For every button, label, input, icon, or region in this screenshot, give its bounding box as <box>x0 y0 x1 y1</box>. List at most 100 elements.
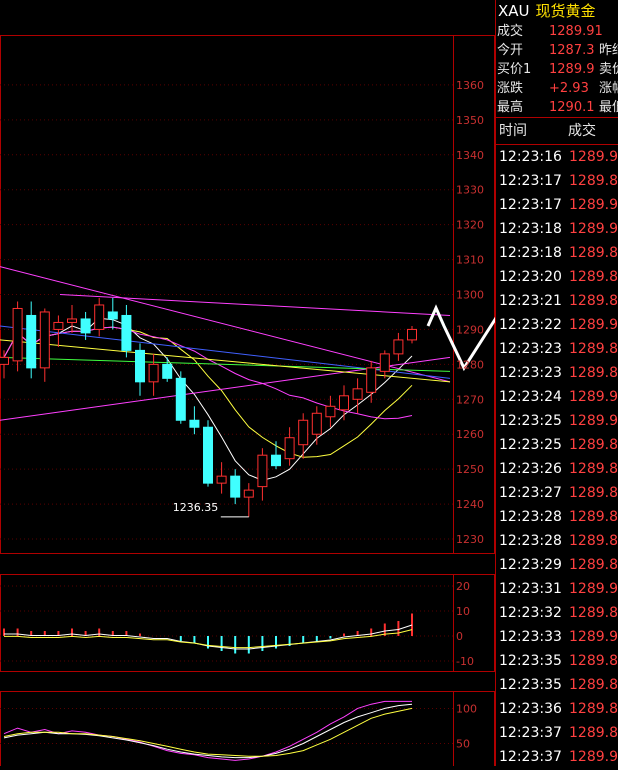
tick-price: 1289.8 <box>569 677 618 693</box>
candle-up <box>257 454 268 488</box>
symbol-name: 现货黄金 <box>535 2 596 20</box>
tick-row[interactable]: 12:23:31 1289.9 <box>496 577 618 601</box>
candle-down <box>230 475 241 498</box>
tick-row[interactable]: 12:23:27 1289.8 <box>496 481 618 505</box>
tick-row[interactable]: 12:23:20 1289.8 <box>496 265 618 289</box>
tick-row[interactable]: 12:23:33 1289.9 <box>496 625 618 649</box>
quote-label: 最高 <box>497 100 524 115</box>
candle-up <box>407 328 417 341</box>
symbol-header: XAU 现货黄金 <box>496 0 618 22</box>
tick-time: 12:23:18 <box>499 245 562 261</box>
quote-value: 1289.91 <box>549 24 603 39</box>
tick-price: 1289.8 <box>569 365 618 381</box>
tick-time: 12:23:25 <box>499 413 562 429</box>
tick-row[interactable]: 12:23:21 1289.8 <box>496 289 618 313</box>
tick-price: 1289.8 <box>569 293 618 309</box>
candle-up <box>325 405 336 418</box>
tick-row[interactable]: 12:23:23 1289.8 <box>496 337 618 361</box>
kdj-tick-label: 100 <box>456 702 477 715</box>
tick-row[interactable]: 12:23:28 1289.8 <box>496 529 618 553</box>
quote-box: 成交 1289.91 今开 1287.3 昨结 买价1 1289.9 卖价1 涨跌 +2.9… <box>496 22 618 117</box>
quote-value: 1287.3 <box>549 43 595 58</box>
tick-price: 1289.9 <box>569 413 618 429</box>
tick-price: 1289.8 <box>569 509 618 525</box>
ticks-header-time: 时间 <box>499 123 527 139</box>
tick-price: 1289.8 <box>569 653 618 669</box>
kdj-tick-label: 50 <box>456 738 470 751</box>
tick-time: 12:23:36 <box>499 701 562 717</box>
candle-down <box>162 363 173 379</box>
tick-row[interactable]: 12:23:25 1289.8 <box>496 433 618 457</box>
tick-time: 12:23:25 <box>499 437 562 453</box>
tick-row[interactable]: 12:23:18 1289.8 <box>496 241 618 265</box>
quote-label-2: 昨结 <box>599 43 618 58</box>
tick-row[interactable]: 12:23:35 1289.8 <box>496 649 618 673</box>
candle-down <box>121 314 132 351</box>
tick-price: 1289.8 <box>569 557 618 573</box>
tick-row[interactable]: 12:23:29 1289.8 <box>496 553 618 577</box>
tick-row[interactable]: 12:23:25 1289.9 <box>496 409 618 433</box>
tick-price: 1289.8 <box>569 461 618 477</box>
tick-time: 12:23:35 <box>499 653 562 669</box>
kdj-line <box>3 700 412 761</box>
tick-price: 1289.8 <box>569 533 618 549</box>
tick-price: 1289.8 <box>569 605 618 621</box>
candle-up <box>243 489 254 498</box>
quote-side-panel: XAU 现货黄金 成交 1289.91 今开 1287.3 昨结 买价1 1289.9 卖价… <box>495 0 618 766</box>
price-tick-label: 1350 <box>456 114 484 127</box>
tick-time: 12:23:23 <box>499 341 562 357</box>
tick-time: 12:23:28 <box>499 509 562 525</box>
tick-price: 1289.9 <box>569 581 618 597</box>
price-tick-label: 1290 <box>456 323 484 336</box>
tick-price: 1289.8 <box>569 725 618 741</box>
kline-chart-panel[interactable]: 1360 1350 1340 1330 1320 1310 1300 1290 1280 1270… <box>0 0 512 768</box>
tick-row[interactable]: 12:23:37 1289.9 <box>496 745 618 766</box>
tick-row[interactable]: 12:23:26 1289.8 <box>496 457 618 481</box>
tick-time: 12:23:20 <box>499 269 562 285</box>
candle-up <box>366 367 377 393</box>
tick-row[interactable]: 12:23:24 1289.9 <box>496 385 618 409</box>
tick-price: 1289.8 <box>569 437 618 453</box>
tick-row[interactable]: 12:23:36 1289.8 <box>496 697 618 721</box>
ticks-header: 时间 成交 <box>496 118 618 144</box>
macd-panel: 20 10 0 -10 <box>0 580 474 668</box>
quote-row: 买价1 1289.9 卖价1 <box>496 60 618 79</box>
tick-price: 1289.9 <box>569 197 618 213</box>
ticks-list[interactable]: 12:23:16 1289.9 12:23:17 1289.8 12:23:17 1289… <box>496 145 618 766</box>
tick-time: 12:23:27 <box>499 485 562 501</box>
tick-price: 1289.9 <box>569 629 618 645</box>
candle-up <box>379 353 390 372</box>
tick-row[interactable]: 12:23:28 1289.8 <box>496 505 618 529</box>
macd-tick-label: -10 <box>456 655 474 668</box>
candle-up <box>39 311 50 369</box>
price-tick-label: 1260 <box>456 428 484 441</box>
tick-row[interactable]: 12:23:18 1289.9 <box>496 217 618 241</box>
tick-row[interactable]: 12:23:22 1289.9 <box>496 313 618 337</box>
tick-time: 12:23:37 <box>499 725 562 741</box>
tick-row[interactable]: 12:23:17 1289.8 <box>496 169 618 193</box>
quote-row: 成交 1289.91 <box>496 22 618 41</box>
tick-price: 1289.8 <box>569 173 618 189</box>
tick-row[interactable]: 12:23:16 1289.9 <box>496 145 618 169</box>
price-tick-label: 1240 <box>456 498 484 511</box>
candle-down <box>189 419 200 428</box>
price-tick-label: 1310 <box>456 254 484 267</box>
tick-time: 12:23:28 <box>499 533 562 549</box>
tick-row[interactable]: 12:23:37 1289.8 <box>496 721 618 745</box>
tick-time: 12:23:24 <box>499 389 562 405</box>
candle-up <box>53 321 64 330</box>
ticks-header-price: 成交 <box>568 123 596 139</box>
tick-row[interactable]: 12:23:35 1289.8 <box>496 673 618 697</box>
quote-label-2: 最低 <box>599 100 618 115</box>
tick-row[interactable]: 12:23:23 1289.8 <box>496 361 618 385</box>
tick-row[interactable]: 12:23:17 1289.9 <box>496 193 618 217</box>
tick-row[interactable]: 12:23:32 1289.8 <box>496 601 618 625</box>
macd-tick-label: 10 <box>456 605 470 618</box>
candle-up <box>298 419 309 446</box>
candle-down <box>175 377 186 421</box>
candle-up <box>12 307 23 362</box>
candle-down <box>80 318 91 334</box>
tick-time: 12:23:26 <box>499 461 562 477</box>
price-tick-label: 1360 <box>456 79 484 92</box>
tick-time: 12:23:23 <box>499 365 562 381</box>
